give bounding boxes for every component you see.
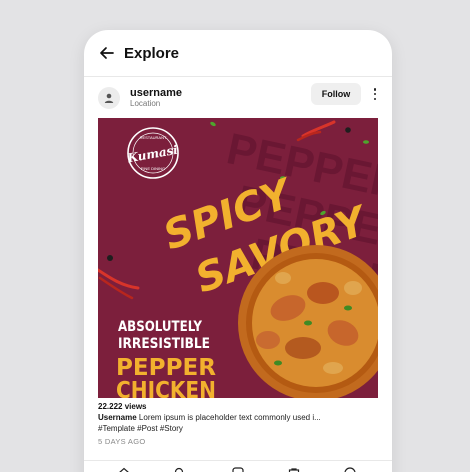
reels-icon[interactable] [232,466,244,472]
back-arrow-icon[interactable] [98,44,116,62]
post-header: username Location Follow [84,78,392,118]
caption: Username Lorem ipsum is placeholder text… [98,413,378,435]
avatar[interactable] [98,87,120,109]
dish-name-line-2: CHICKEN [116,378,216,398]
tagline-line-2: IRRESISTIBLE [118,336,210,352]
caption-text: Lorem ipsum is placeholder text commonly… [138,413,321,422]
bottom-nav [84,464,392,472]
profile-icon[interactable] [344,466,356,472]
username[interactable]: username [130,87,182,100]
nav-divider [84,460,392,461]
hashtags[interactable]: #Template #Post #Story [98,424,378,435]
user-info: username Location [130,87,182,108]
caption-username[interactable]: Username [98,413,137,422]
restaurant-logo: RESTAURANT Kumasi FINE DINING [125,127,179,179]
post-image[interactable]: PEPPER CHICKEN PEPPER CHICKEN PEPPER CHI… [98,118,378,398]
follow-button[interactable]: Follow [311,83,361,105]
top-bar: Explore [84,30,392,76]
svg-text:FINE DINING: FINE DINING [141,166,165,171]
svg-text:RESTAURANT: RESTAURANT [140,135,167,140]
page-title: Explore [124,44,180,62]
phone-frame: Explore username Location Follow PEPPER … [84,30,392,472]
more-options-icon[interactable] [371,86,379,102]
post-time: 5 DAYS AGO [98,437,146,446]
location[interactable]: Location [130,99,182,108]
view-count: 22.222 views [98,402,147,411]
tagline-line-1: ABSOLUTELY [118,319,203,335]
user-icon [104,93,114,103]
home-icon[interactable] [118,466,130,472]
search-icon[interactable] [174,466,186,472]
shop-icon[interactable] [288,466,300,472]
header-divider [84,76,392,77]
